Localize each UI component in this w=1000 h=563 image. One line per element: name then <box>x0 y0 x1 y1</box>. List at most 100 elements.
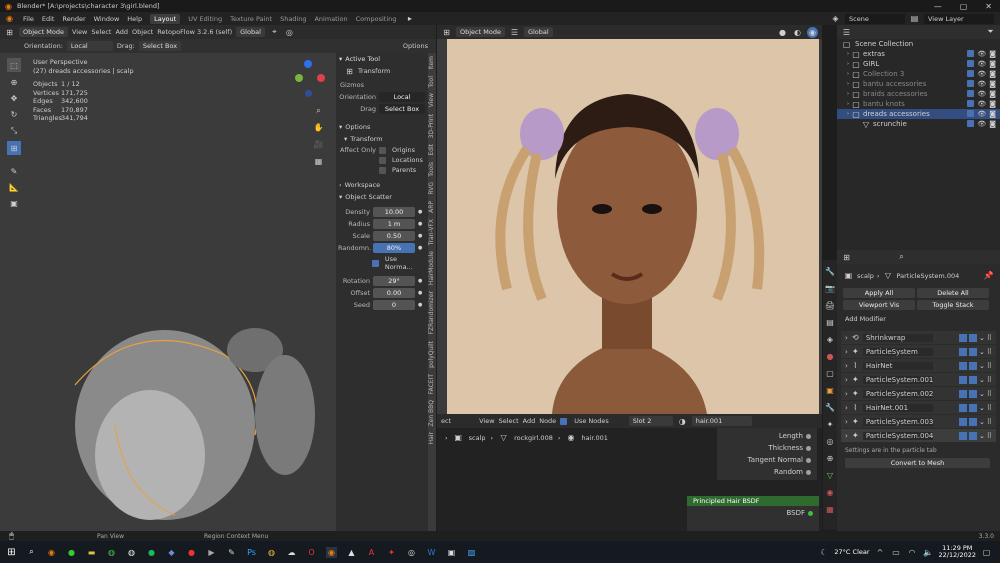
eye-icon[interactable]: 👁 <box>977 110 986 118</box>
eye-icon[interactable]: 👁 <box>977 120 986 128</box>
collection-tab-icon[interactable]: ▢ <box>825 368 836 379</box>
workspace-more-icon[interactable]: ▸ <box>404 13 415 24</box>
outliner-item[interactable]: › ▢ dreads accessories 👁 ◙ <box>837 109 1000 119</box>
scatter-field-value[interactable]: 0.50 <box>373 231 415 241</box>
pan-hand-icon[interactable]: ✋ <box>313 122 324 133</box>
app-discord-icon[interactable]: ◆ <box>166 547 177 558</box>
active-tool-header[interactable]: Active Tool <box>345 55 380 63</box>
app-blender-icon[interactable]: ◉ <box>46 547 57 558</box>
outliner-item[interactable]: › ▢ bantu accessories 👁 ◙ <box>837 79 1000 89</box>
modifier-name[interactable]: ParticleSystem.003 <box>862 417 933 426</box>
modifier-menu-icon[interactable]: ⌄ <box>979 404 985 412</box>
outliner-include-checkbox[interactable] <box>967 50 975 57</box>
modifier-render-icon[interactable] <box>968 389 977 398</box>
tool-tab-icon[interactable]: 🔧 <box>825 266 836 277</box>
modifier-drag-icon[interactable]: ⠿ <box>987 376 992 384</box>
modifier-row[interactable]: › ⟲ Shrinkwrap ⌄ ⠿ <box>841 331 996 344</box>
n-panel-tab[interactable]: RVG <box>428 179 436 198</box>
properties-editor[interactable]: ⊞ ⌕ ▣ scalp › ▽ ParticleSystem.004 📌 Appl… <box>837 250 1000 531</box>
blender-menu-icon[interactable]: ◉ <box>4 13 15 24</box>
notifications-icon[interactable]: ▢ <box>981 547 992 558</box>
modifier-drag-icon[interactable]: ⠿ <box>987 390 992 398</box>
add-cube-tool-icon[interactable]: ▣ <box>9 198 20 209</box>
scatter-field-value[interactable]: 10.00 <box>373 207 415 217</box>
modifier-viewport-icon[interactable] <box>958 333 967 342</box>
modifier-drag-icon[interactable]: ⠿ <box>987 348 992 356</box>
modifier-viewport-icon[interactable] <box>958 403 967 412</box>
node-menu-add[interactable]: Add <box>523 417 536 425</box>
cursor-tool-icon[interactable]: ⊕ <box>9 77 20 88</box>
material-field[interactable]: hair.001 <box>691 416 752 426</box>
scene-tab-icon[interactable]: ◈ <box>825 334 836 345</box>
camera-render-icon[interactable]: ◙ <box>989 110 996 118</box>
texture-tab-icon[interactable]: ▦ <box>825 504 836 515</box>
app-blender-active-icon[interactable]: ◉ <box>326 546 337 558</box>
tab-layout[interactable]: Layout <box>150 13 181 24</box>
outliner-item[interactable]: › ▢ braids accessories 👁 ◙ <box>837 89 1000 99</box>
n-orientation-field[interactable]: Local <box>379 92 425 102</box>
tab-shading[interactable]: Shading <box>280 15 306 23</box>
modifier-drag-icon[interactable]: ⠿ <box>987 418 992 426</box>
outliner-include-checkbox[interactable] <box>967 110 975 117</box>
annotate-tool-icon[interactable]: ✎ <box>9 166 20 177</box>
workspace-header[interactable]: Workspace <box>345 181 381 189</box>
close-icon[interactable]: ✕ <box>985 2 992 11</box>
modifier-drag-icon[interactable]: ⠿ <box>987 362 992 370</box>
app-red-icon[interactable]: ● <box>186 547 197 558</box>
n-drag-field[interactable]: Select Box <box>379 104 425 114</box>
keyframe-dot-icon[interactable]: ● <box>418 233 422 239</box>
hair-info-node[interactable]: Length Thickness Tangent Normal Random <box>717 428 817 480</box>
socket-dot[interactable] <box>806 445 811 451</box>
modifier-name[interactable]: ParticleSystem.004 <box>862 431 933 440</box>
app-inkscape-icon[interactable]: ▲ <box>346 547 357 558</box>
pin-icon[interactable]: 📌 <box>983 270 994 281</box>
eye-icon[interactable]: 👁 <box>977 90 986 98</box>
mode-dropdown[interactable]: Object Mode <box>19 27 68 37</box>
outliner[interactable]: ☰ ⏷ ▢ Scene Collection › ▢ extras 👁 ◙ › ▢ GIRL 👁… <box>837 25 1000 250</box>
modifier-render-icon[interactable] <box>968 403 977 412</box>
eye-icon[interactable]: 👁 <box>977 50 986 58</box>
outliner-item[interactable]: › ▢ Collection 3 👁 ◙ <box>837 69 1000 79</box>
snap-icon[interactable]: ⌖ <box>269 27 280 38</box>
scatter-field-value[interactable]: 80% <box>373 243 415 253</box>
origins-checkbox[interactable] <box>379 146 386 154</box>
modifier-menu-icon[interactable]: ⌄ <box>979 348 985 356</box>
modifier-row[interactable]: › ✦ ParticleSystem ⌄ ⠿ <box>841 345 996 358</box>
editor-type-icon[interactable]: ⊞ <box>4 27 15 38</box>
modifier-name[interactable]: ParticleSystem <box>862 347 933 356</box>
weather-text[interactable]: 27°C Clear <box>834 548 869 556</box>
select-box-tool-icon[interactable]: ⬚ <box>7 58 21 72</box>
viewport-menu-select[interactable]: Select <box>91 28 111 36</box>
physics-tab-icon[interactable]: ◎ <box>825 436 836 447</box>
app-video-icon[interactable]: ▶ <box>206 547 217 558</box>
n-panel-tab[interactable]: HairModule <box>428 248 436 288</box>
socket-dot[interactable] <box>806 457 811 463</box>
scene-collection-label[interactable]: Scene Collection <box>855 40 913 48</box>
minimize-icon[interactable]: — <box>934 2 942 11</box>
principled-hair-node[interactable]: Principled Hair BSDF BSDF <box>687 496 819 531</box>
scatter-field-value[interactable]: 1 m <box>373 219 415 229</box>
node-editor[interactable]: ect View Select Add Node Use Nodes Slot … <box>437 414 822 531</box>
menu-edit[interactable]: Edit <box>42 15 55 23</box>
app-explorer-icon[interactable]: ▬ <box>86 547 97 558</box>
app-acrobat-2-icon[interactable]: ✦ <box>386 547 397 558</box>
clock-date[interactable]: 22/12/2022 <box>939 552 976 559</box>
camera-view-icon[interactable]: 🎥 <box>313 139 324 150</box>
socket-dot[interactable] <box>806 469 811 475</box>
toggle-stack-button[interactable]: Toggle Stack <box>917 300 989 310</box>
modifier-name[interactable]: HairNet.001 <box>862 403 933 412</box>
keyframe-dot-icon[interactable]: ● <box>418 302 422 308</box>
app-word-icon[interactable]: W <box>426 547 437 558</box>
transform-dropdown[interactable]: Global <box>236 27 265 37</box>
shading-material-icon[interactable]: ◐ <box>792 27 803 38</box>
object-tab-icon[interactable]: ▣ <box>825 385 836 396</box>
modifier-render-icon[interactable] <box>968 361 977 370</box>
transform-subheader[interactable]: Transform <box>350 135 382 143</box>
keyframe-dot-icon[interactable]: ● <box>418 245 422 251</box>
outliner-include-checkbox[interactable] <box>967 120 975 127</box>
retopoflow-menu[interactable]: RetopoFlow 3.2.6 (self) <box>157 28 232 36</box>
object-scatter-header[interactable]: Object Scatter <box>345 193 392 201</box>
modifier-drag-icon[interactable]: ⠿ <box>987 432 992 440</box>
keyframe-dot-icon[interactable]: ● <box>418 209 422 215</box>
modifier-tab-icon[interactable]: 🔧 <box>825 402 836 413</box>
